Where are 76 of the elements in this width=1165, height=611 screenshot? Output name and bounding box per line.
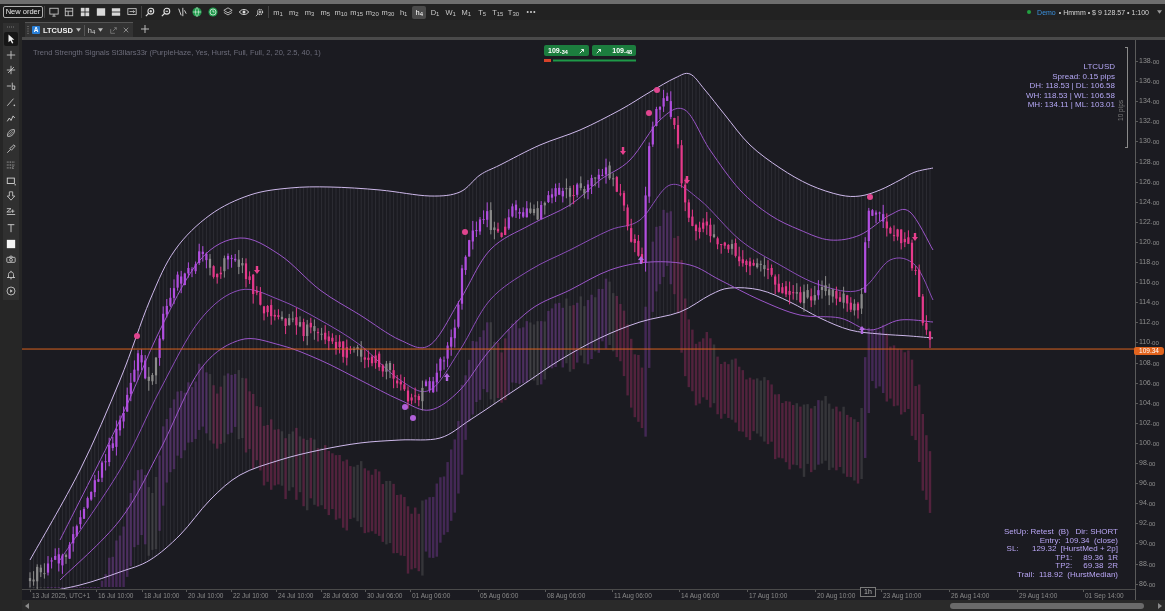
- rows-icon[interactable]: [111, 7, 122, 17]
- play-circle-tool-button[interactable]: [4, 283, 18, 298]
- gear-icon[interactable]: [254, 7, 265, 17]
- signal-dot-icon: [646, 110, 652, 116]
- trade-setup-text: Entry: 109.34 (close): [1039, 536, 1118, 545]
- horizontal-scrollbar[interactable]: [22, 600, 1165, 611]
- down-arrow-icon: [254, 266, 260, 274]
- window-icon[interactable]: [95, 7, 106, 17]
- caret-icon[interactable]: [98, 28, 104, 32]
- bell-icon: [6, 270, 16, 280]
- trade-setup-text: Trail: 118.92 (HurstMedian): [1016, 570, 1118, 579]
- caret-icon[interactable]: [75, 28, 81, 32]
- layers-icon[interactable]: [223, 7, 234, 17]
- layout-icon[interactable]: [64, 7, 75, 17]
- up-arrow-icon: [638, 256, 644, 264]
- crosshair-icon: [6, 49, 16, 60]
- down-arrow-icon: [684, 176, 690, 184]
- brush-tool-button[interactable]: [4, 142, 18, 156]
- more-icon[interactable]: [526, 10, 537, 14]
- status-dot-icon: [1027, 10, 1032, 14]
- globe-icon[interactable]: [192, 7, 203, 17]
- symbol-info-text: MH: 134.11 | ML: 103.01: [1026, 100, 1115, 110]
- arrow-icon: [578, 47, 585, 54]
- up-arrow-icon: [444, 373, 450, 381]
- trade-setup-text: TP1: 89.36 1R: [1054, 553, 1118, 562]
- signal-dot-icon: [462, 229, 468, 235]
- scrollbar-thumb[interactable]: [950, 602, 1144, 609]
- monitor-icon[interactable]: [48, 7, 59, 17]
- symbol-info-text: LTCUSD: [1082, 62, 1115, 72]
- trade-setup-text: TP2: 69.38 2R: [1054, 562, 1118, 571]
- trade-setup-text: SL: 129.32 [HurstMed + 2p]: [1005, 545, 1118, 553]
- bell-tool-button[interactable]: [4, 268, 18, 282]
- signal-dot-icon: [867, 194, 873, 200]
- trend-line-icon: [6, 96, 16, 107]
- cursor-tool-button[interactable]: [4, 31, 18, 46]
- left-arrow-icon[interactable]: [25, 602, 29, 609]
- eye-icon[interactable]: [238, 7, 249, 17]
- arrow-icon: [595, 47, 602, 54]
- grid-icon[interactable]: [80, 7, 90, 17]
- screen-arrows-icon[interactable]: [126, 7, 137, 17]
- cross-angle-icon: [6, 65, 16, 76]
- text-icon: [6, 222, 16, 233]
- drag-handle-icon[interactable]: [6, 26, 16, 28]
- pen-icon: [6, 112, 16, 123]
- dotted-grid-icon: [6, 159, 16, 170]
- down-arrow-icon: [620, 147, 626, 155]
- symbol-info-text: DH: 118.53 | DL: 106.58: [1028, 81, 1115, 91]
- text-lines-icon: [6, 207, 16, 217]
- arrow-down-tool-button[interactable]: [4, 189, 18, 204]
- signal-dot-icon: [410, 415, 416, 421]
- popout-icon[interactable]: [110, 26, 117, 34]
- horizontal-ray-icon: [6, 81, 16, 91]
- symbol-info-text: WH: 118.53 | WL: 106.58: [1025, 90, 1115, 101]
- up-arrow-icon: [859, 326, 865, 334]
- play-circle-icon: [6, 285, 16, 296]
- down-arrow-icon: [912, 233, 918, 241]
- clock-icon[interactable]: [207, 7, 218, 17]
- new-tab-icon[interactable]: [141, 25, 149, 33]
- square-icon: [6, 238, 16, 249]
- brush-icon: [6, 144, 16, 154]
- close-icon[interactable]: [123, 27, 129, 33]
- zoom-in-icon[interactable]: [145, 7, 156, 17]
- symbol-info-text: Spread: 0.15 pips: [1051, 71, 1115, 82]
- signal-dot-icon: [402, 404, 408, 410]
- signal-dot-icon: [134, 333, 140, 339]
- trade-setup-text: SetUp: Retest (B) Dir: SHORT: [1003, 528, 1118, 536]
- camera-icon: [6, 254, 16, 265]
- zoom-out-icon[interactable]: [160, 7, 171, 17]
- rectangle-icon: [6, 175, 16, 186]
- right-arrow-icon[interactable]: [1158, 602, 1162, 609]
- arrow-down-icon: [6, 191, 16, 202]
- signal-dot-icon: [654, 87, 660, 93]
- hatch-icon: [6, 128, 16, 139]
- chart-tool-icon[interactable]: [176, 7, 187, 17]
- caret-icon[interactable]: [1157, 10, 1162, 14]
- cursor-icon: [6, 33, 16, 44]
